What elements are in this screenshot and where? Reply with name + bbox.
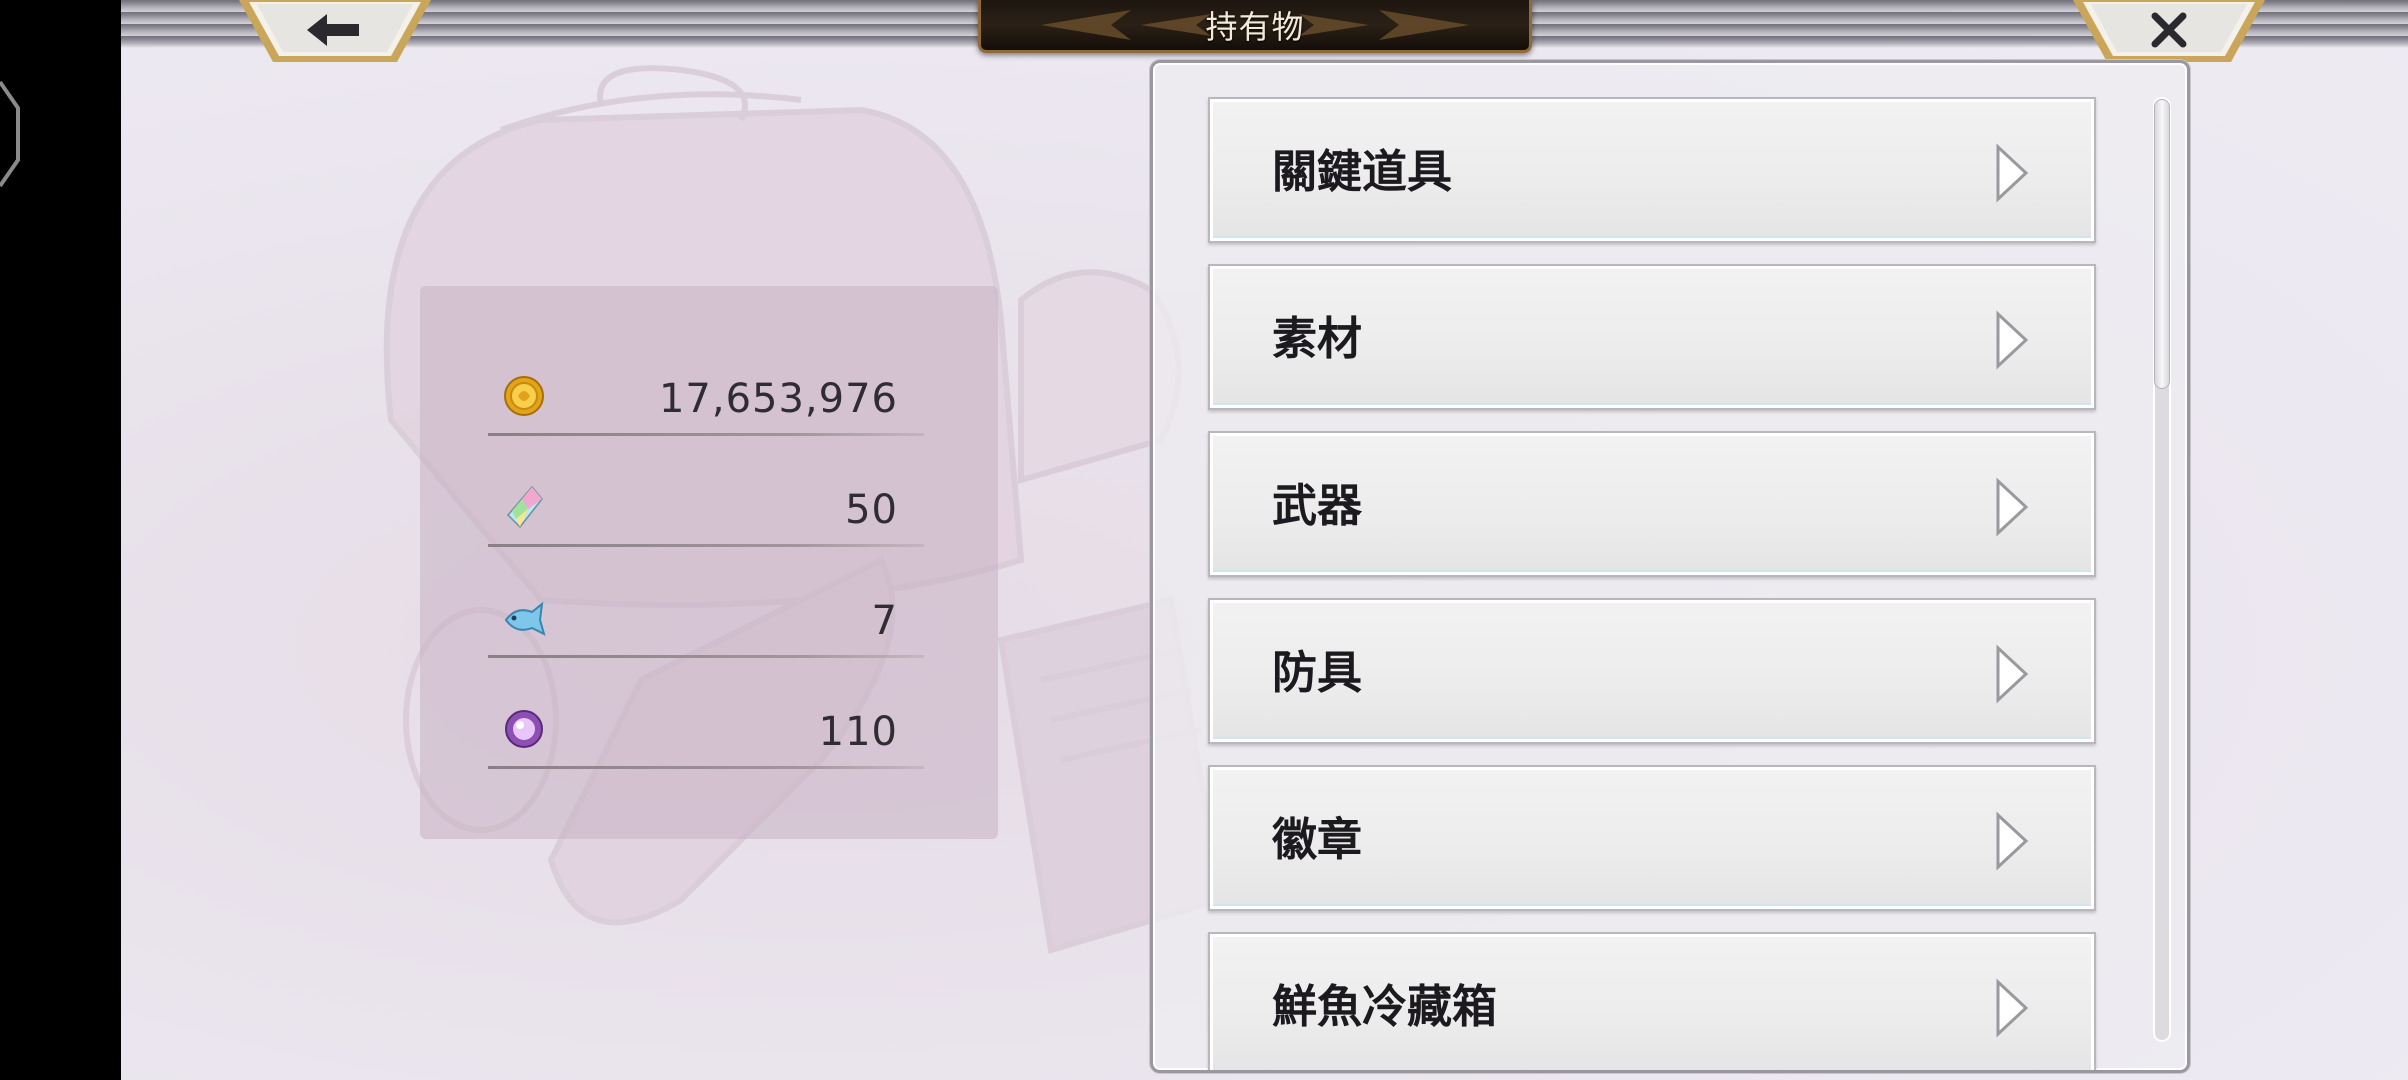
menu-item-fish-cooler[interactable]: 鮮魚冷藏箱 [1208,932,2096,1070]
menu-item-armor[interactable]: 防具 [1208,598,2096,744]
chevron-right-icon [1996,811,2029,871]
page-title: 持有物 [1205,8,1305,46]
scrollbar-thumb[interactable] [2154,99,2170,389]
menu-scrollbar[interactable] [2153,97,2171,1042]
menu-item-label: 關鍵道具 [1272,145,1453,198]
menu-item-badges[interactable]: 徽章 [1208,765,2096,911]
page-title-plate: 持有物 [978,0,1532,53]
purple-orb-icon [505,710,543,748]
currency-panel: 17,653,976 50 7 110 [420,286,998,839]
rainbow-crystal-icon [506,485,543,529]
back-button[interactable] [235,0,435,66]
menu-item-label: 鮮魚冷藏箱 [1272,980,1498,1033]
menu-item-label: 防具 [1272,646,1363,699]
menu-item-label: 素材 [1272,312,1363,365]
menu-item-label: 武器 [1272,479,1363,532]
chevron-right-icon [1996,477,2029,537]
category-list: 關鍵道具 素材 武器 防具 徽章 鮮魚冷藏箱 [1153,63,2187,1070]
divider [488,655,924,658]
chevron-right-icon [1996,644,2029,704]
menu-item-label: 徽章 [1272,813,1363,866]
chevron-right-icon [1996,143,2029,203]
menu-item-materials[interactable]: 素材 [1208,264,2096,410]
gold-coin-icon [504,376,544,416]
system-edge-icon [0,80,20,188]
currency-row-fish: 7 [488,578,924,658]
chevron-right-icon [1996,310,2029,370]
currency-row-crystal: 50 [488,467,924,547]
divider [488,544,924,547]
chevron-right-icon [1996,978,2029,1038]
currency-value: 50 [845,487,898,533]
divider [488,766,924,769]
currency-value: 17,653,976 [658,376,898,422]
menu-item-key-items[interactable]: 關鍵道具 [1208,97,2096,243]
menu-item-weapons[interactable]: 武器 [1208,431,2096,577]
currency-value: 110 [818,709,898,755]
close-button[interactable] [2069,0,2269,66]
currency-value: 7 [871,598,898,644]
divider [488,433,924,436]
currency-row-orb: 110 [488,689,924,769]
inventory-screen: 持有物 17,653,976 50 7 110 關鍵道具 素材 武器 防具 徽章… [121,0,2408,1080]
blue-fish-icon [504,601,546,636]
category-menu: 關鍵道具 素材 武器 防具 徽章 鮮魚冷藏箱 [1150,60,2190,1073]
currency-row-gold: 17,653,976 [488,356,924,436]
